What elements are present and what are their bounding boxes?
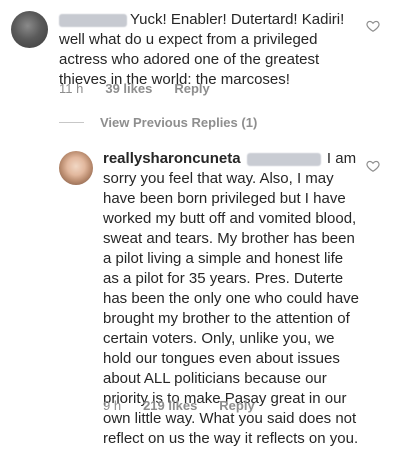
comment-meta: 9 h 219 likes Reply — [103, 398, 255, 413]
mention-blurred[interactable] — [246, 152, 321, 166]
comment-username[interactable]: reallysharoncuneta — [103, 150, 241, 167]
comment-body: Yuck! Enabler! Dutertard! Kadiri! well w… — [59, 10, 363, 90]
username-blurred[interactable] — [59, 13, 127, 27]
reply-button[interactable]: Reply — [219, 398, 254, 413]
avatar[interactable] — [59, 151, 93, 185]
divider-line — [59, 122, 84, 123]
reply-button[interactable]: Reply — [174, 81, 209, 96]
view-previous-label: View Previous Replies (1) — [100, 115, 258, 130]
likes-count[interactable]: 219 likes — [143, 398, 197, 413]
likes-count[interactable]: 39 likes — [105, 81, 152, 96]
avatar[interactable] — [11, 11, 48, 48]
heart-outline-icon[interactable] — [366, 19, 380, 33]
comment-time: 11 h — [59, 81, 84, 96]
comment-meta: 11 h 39 likes Reply — [59, 81, 210, 96]
comment-time: 9 h — [103, 398, 122, 413]
view-previous-replies[interactable]: View Previous Replies (1) — [59, 115, 257, 130]
heart-outline-icon[interactable] — [366, 159, 380, 173]
